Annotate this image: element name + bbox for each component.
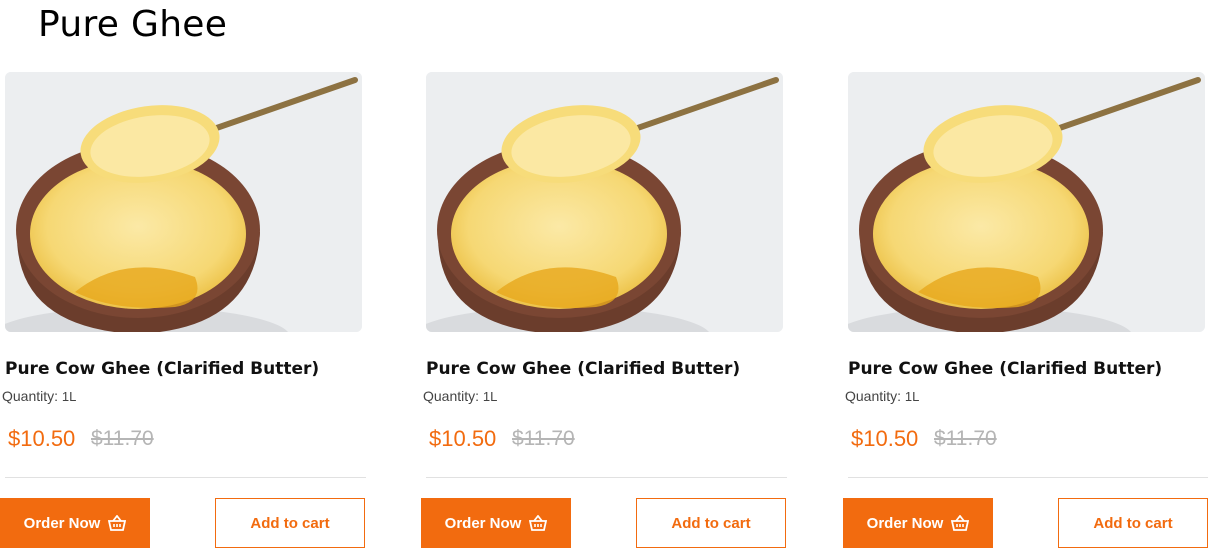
- sale-price: $10.50: [8, 426, 76, 451]
- quantity-value: 1L: [61, 389, 77, 404]
- product-card: Pure Cow Ghee (Clarified Butter) Quantit…: [421, 72, 787, 548]
- quantity-label: Quantity:: [845, 388, 902, 404]
- original-price: $11.70: [512, 427, 575, 450]
- product-name[interactable]: Pure Cow Ghee (Clarified Butter): [426, 359, 740, 379]
- product-image[interactable]: [848, 72, 1205, 332]
- original-price: $11.70: [91, 427, 154, 450]
- sale-price: $10.50: [851, 426, 919, 451]
- quantity-label: Quantity:: [423, 388, 480, 404]
- quantity-value: 1L: [904, 389, 920, 404]
- divider: [426, 477, 787, 478]
- order-now-button[interactable]: Order Now: [421, 498, 571, 548]
- product-quantity: Quantity: 1L: [845, 388, 919, 404]
- basket-icon: [108, 515, 127, 531]
- divider: [848, 477, 1208, 478]
- quantity-value: 1L: [482, 389, 498, 404]
- product-card: Pure Cow Ghee (Clarified Butter) Quantit…: [0, 72, 366, 548]
- product-name[interactable]: Pure Cow Ghee (Clarified Butter): [848, 359, 1162, 379]
- order-now-label: Order Now: [866, 514, 944, 532]
- product-image[interactable]: [426, 72, 783, 332]
- page-title: Pure Ghee: [38, 4, 228, 45]
- add-to-cart-button[interactable]: Add to cart: [636, 498, 786, 548]
- quantity-label: Quantity:: [2, 388, 59, 404]
- add-to-cart-button[interactable]: Add to cart: [1058, 498, 1208, 548]
- original-price: $11.70: [934, 427, 997, 450]
- product-name[interactable]: Pure Cow Ghee (Clarified Butter): [5, 359, 319, 379]
- product-quantity: Quantity: 1L: [423, 388, 497, 404]
- basket-icon: [951, 515, 970, 531]
- product-quantity: Quantity: 1L: [2, 388, 76, 404]
- order-now-button[interactable]: Order Now: [843, 498, 993, 548]
- divider: [5, 477, 366, 478]
- add-to-cart-button[interactable]: Add to cart: [215, 498, 365, 548]
- order-now-label: Order Now: [23, 514, 101, 532]
- product-card: Pure Cow Ghee (Clarified Butter) Quantit…: [843, 72, 1208, 548]
- sale-price: $10.50: [429, 426, 497, 451]
- order-now-label: Order Now: [444, 514, 522, 532]
- basket-icon: [529, 515, 548, 531]
- product-image[interactable]: [5, 72, 362, 332]
- order-now-button[interactable]: Order Now: [0, 498, 150, 548]
